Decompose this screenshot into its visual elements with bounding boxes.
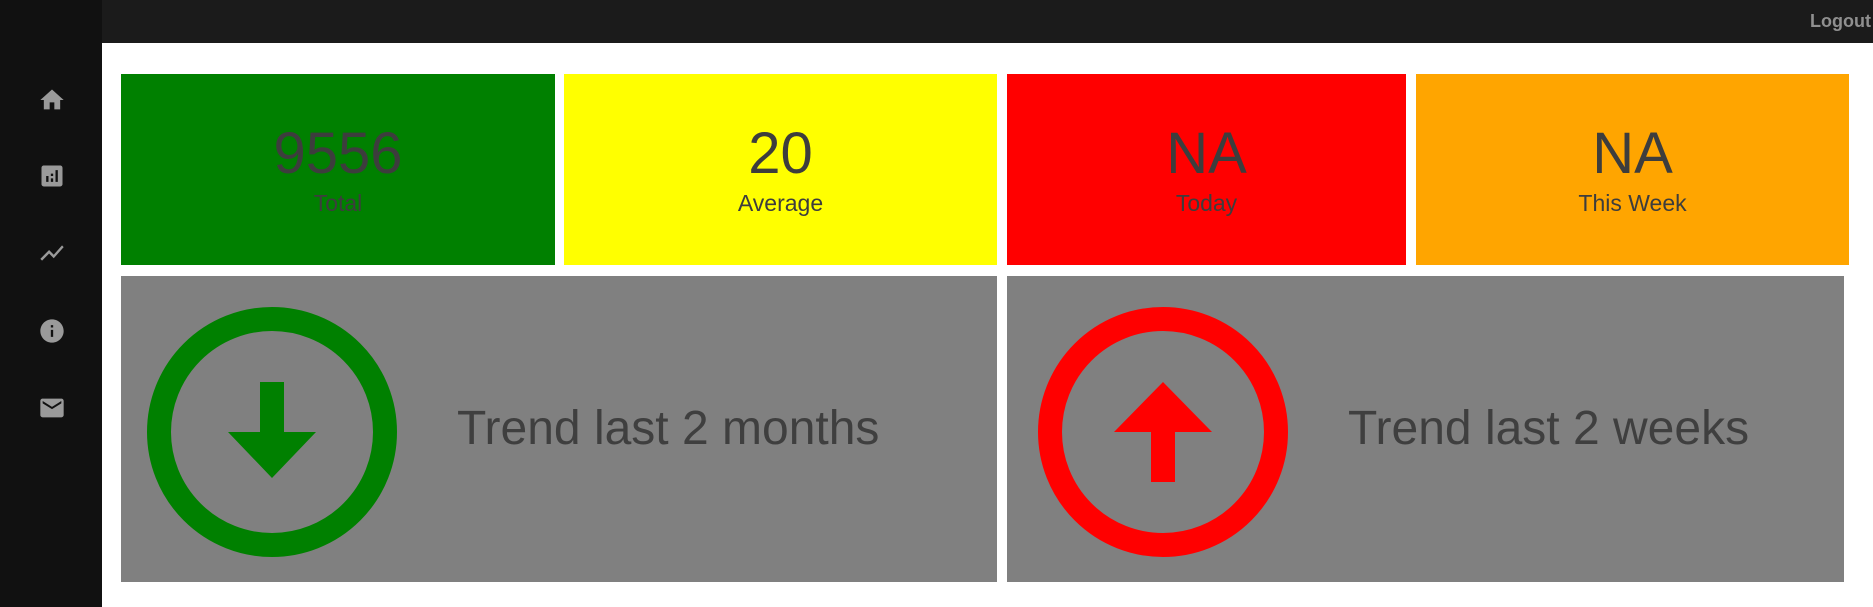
info-icon: [40, 319, 64, 343]
line-chart-icon: [40, 245, 64, 261]
home-icon: [40, 89, 64, 110]
stat-label: Total: [313, 189, 363, 216]
arrow-down-circle-icon: [147, 307, 397, 557]
stat-value: NA: [1592, 120, 1673, 186]
stat-value: 9556: [273, 120, 403, 186]
sidebar-item-bar-chart[interactable]: [36, 160, 68, 192]
trend-label: Trend last 2 weeks: [1348, 402, 1750, 455]
mail-icon: [40, 398, 64, 418]
trend-label: Trend last 2 months: [457, 402, 880, 455]
stat-card-average: 20 Average: [564, 74, 997, 265]
stat-value: 20: [748, 120, 813, 186]
stat-card-this-week: NA This Week: [1416, 74, 1849, 265]
sidebar-item-trends[interactable]: [36, 237, 68, 269]
trend-panel-months: Trend last 2 months: [121, 276, 997, 582]
sidebar-item-mail[interactable]: [36, 392, 68, 424]
stat-card-today: NA Today: [1007, 74, 1406, 265]
stat-value: NA: [1166, 120, 1247, 186]
sidebar: [0, 0, 102, 607]
stat-label: This Week: [1578, 189, 1687, 216]
trend-panel-weeks: Trend last 2 weeks: [1007, 276, 1844, 582]
top-bar: Logout: [102, 0, 1873, 43]
bar-chart-icon: [41, 165, 63, 187]
stat-card-total: 9556 Total: [121, 74, 555, 265]
logout-button[interactable]: Logout: [1810, 0, 1873, 43]
stat-label: Average: [737, 189, 824, 216]
stat-label: Today: [1175, 189, 1238, 216]
sidebar-item-home[interactable]: [36, 84, 68, 116]
sidebar-item-info[interactable]: [36, 315, 68, 347]
arrow-up-circle-icon: [1038, 307, 1288, 557]
